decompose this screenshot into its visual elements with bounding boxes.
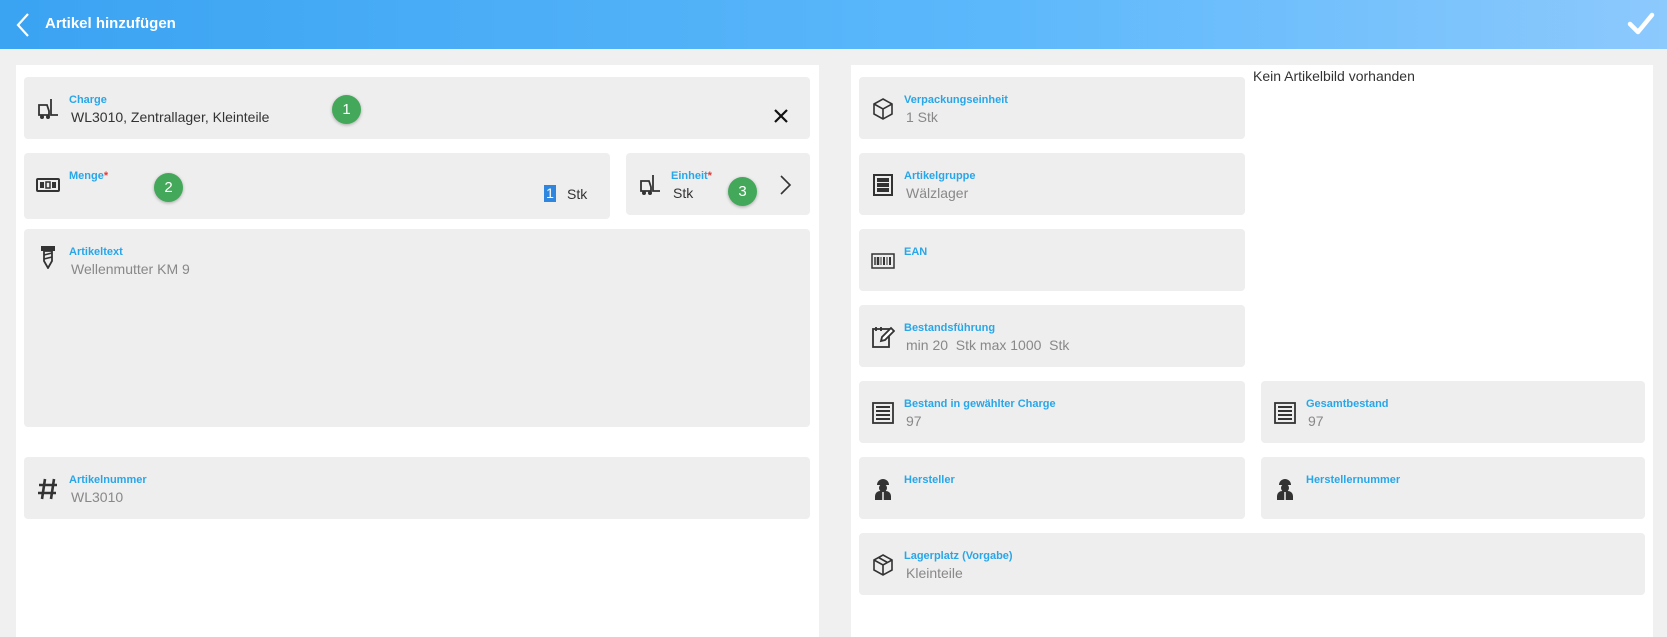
quantity-unit: Stk bbox=[567, 186, 588, 202]
forklift-icon bbox=[640, 175, 660, 195]
menge-field[interactable]: Menge* 2 1 Stk bbox=[24, 153, 610, 219]
counter-icon bbox=[36, 178, 60, 192]
gesamtbestand-field: Gesamtbestand 97 bbox=[1261, 381, 1645, 443]
ean-field: EAN bbox=[859, 229, 1245, 291]
edit-icon bbox=[872, 326, 895, 348]
bestand-charge-label: Bestand in gewählter Charge bbox=[904, 398, 1056, 410]
screw-icon bbox=[41, 246, 55, 269]
bestand-charge-field: Bestand in gewählter Charge 97 bbox=[859, 381, 1245, 443]
verpackungseinheit-field: Verpackungseinheit 1 Stk bbox=[859, 77, 1245, 139]
lagerplatz-value: Kleinteile bbox=[906, 565, 963, 581]
menge-label: Menge* bbox=[69, 170, 109, 182]
bestandsfuehrung-label: Bestandsführung bbox=[904, 322, 996, 334]
app-header: Artikel hinzufügen bbox=[0, 0, 1667, 49]
worker-icon bbox=[875, 479, 891, 500]
hersteller-field: Hersteller bbox=[859, 457, 1245, 519]
right-panel: Verpackungseinheit 1 Stk Artikelgruppe W… bbox=[851, 65, 1653, 637]
chevron-left-icon[interactable] bbox=[14, 12, 32, 38]
box-icon bbox=[873, 98, 893, 120]
artikeltext-value: Wellenmutter KM 9 bbox=[71, 261, 190, 277]
charge-value: WL3010, Zentrallager, Kleinteile bbox=[71, 109, 270, 125]
checkmark-icon[interactable] bbox=[1627, 11, 1655, 37]
artikelnummer-value: WL3010 bbox=[71, 489, 124, 505]
einheit-value: Stk bbox=[673, 185, 694, 201]
einheit-field[interactable]: Einheit* Stk 3 bbox=[626, 153, 810, 215]
worker-icon bbox=[1277, 479, 1293, 500]
einheit-label: Einheit* bbox=[671, 170, 712, 182]
lagerplatz-label: Lagerplatz (Vorgabe) bbox=[904, 550, 1013, 562]
forklift-icon bbox=[38, 99, 58, 119]
gesamtbestand-value: 97 bbox=[1308, 413, 1324, 429]
close-icon[interactable] bbox=[772, 107, 790, 125]
gesamtbestand-label: Gesamtbestand bbox=[1306, 398, 1389, 410]
artikelgruppe-label: Artikelgruppe bbox=[904, 170, 976, 182]
left-panel: Charge WL3010, Zentrallager, Kleinteile … bbox=[16, 65, 819, 637]
charge-label: Charge bbox=[69, 94, 107, 106]
herstellernummer-label: Herstellernummer bbox=[1306, 474, 1401, 486]
quantity-input[interactable]: 1 bbox=[544, 185, 556, 202]
artikeltext-label: Artikeltext bbox=[69, 246, 123, 258]
verpackungseinheit-label: Verpackungseinheit bbox=[904, 94, 1008, 106]
artikelnummer-label: Artikelnummer bbox=[69, 474, 147, 486]
list-icon bbox=[1274, 402, 1296, 424]
ean-label: EAN bbox=[904, 246, 928, 258]
bestand-charge-value: 97 bbox=[906, 413, 922, 429]
list-icon bbox=[872, 402, 894, 424]
artikelgruppe-field: Artikelgruppe Wälzlager bbox=[859, 153, 1245, 215]
artikelgruppe-value: Wälzlager bbox=[906, 185, 969, 201]
herstellernummer-field: Herstellernummer bbox=[1261, 457, 1645, 519]
step-badge-1: 1 bbox=[332, 95, 361, 124]
page-title: Artikel hinzufügen bbox=[45, 15, 176, 32]
package-icon bbox=[873, 554, 893, 576]
hersteller-label: Hersteller bbox=[904, 474, 955, 486]
step-badge-2: 2 bbox=[154, 173, 183, 202]
artikelnummer-field[interactable]: Artikelnummer WL3010 bbox=[24, 457, 810, 519]
charge-field[interactable]: Charge WL3010, Zentrallager, Kleinteile … bbox=[24, 77, 810, 139]
artikeltext-field[interactable]: Artikeltext Wellenmutter KM 9 bbox=[24, 229, 810, 427]
verpackungseinheit-value: 1 Stk bbox=[906, 109, 938, 125]
hash-icon bbox=[38, 478, 57, 500]
bestandsfuehrung-field: Bestandsführung min 20 Stk max 1000 Stk bbox=[859, 305, 1245, 367]
barcode-icon bbox=[871, 253, 895, 269]
chevron-right-icon[interactable] bbox=[778, 174, 792, 196]
lagerplatz-field: Lagerplatz (Vorgabe) Kleinteile bbox=[859, 533, 1645, 595]
step-badge-3: 3 bbox=[728, 177, 757, 206]
no-image-text: Kein Artikelbild vorhanden bbox=[1253, 68, 1415, 84]
shelf-icon bbox=[873, 174, 893, 196]
bestandsfuehrung-value: min 20 Stk max 1000 Stk bbox=[906, 337, 1070, 353]
